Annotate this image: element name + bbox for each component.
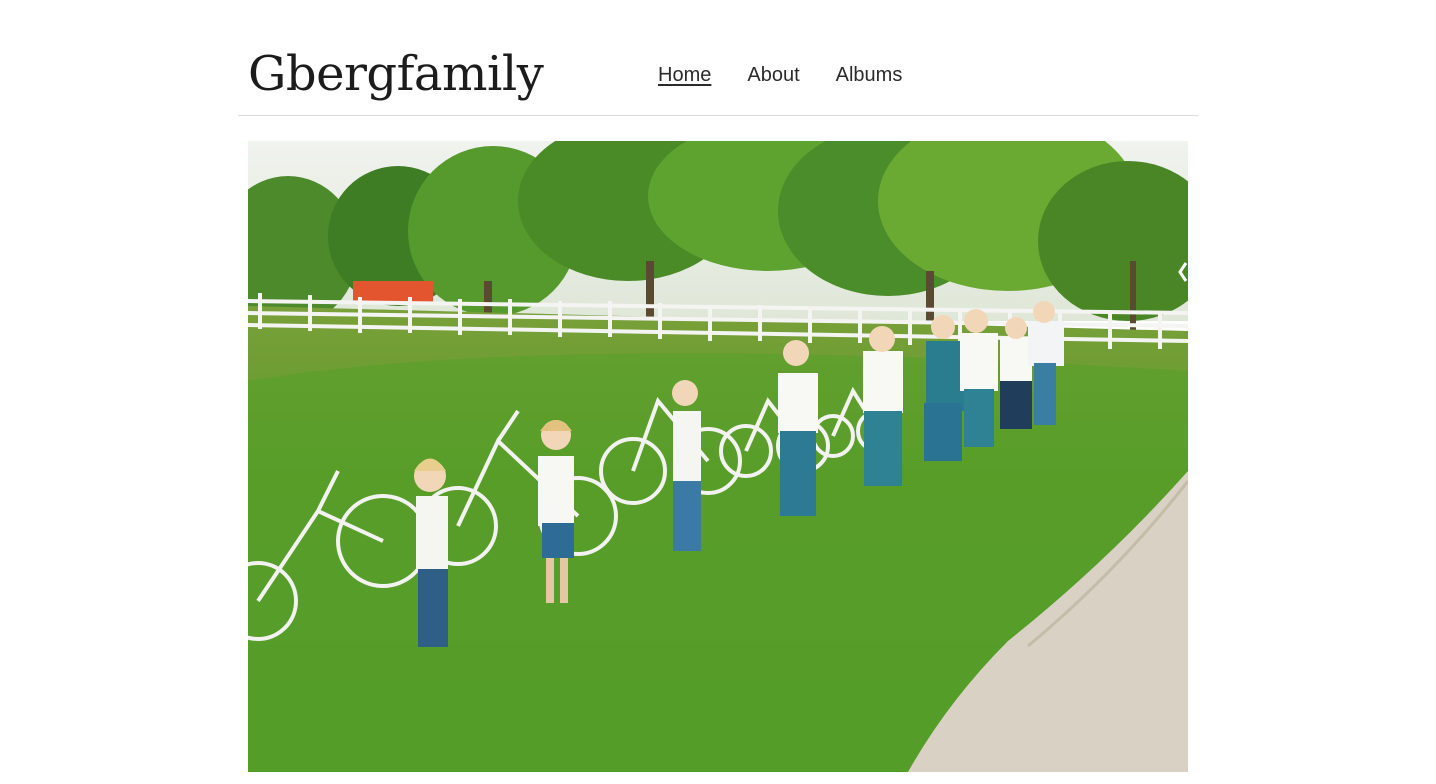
main-nav: Home About Albums: [658, 62, 902, 88]
page: Gbergfamily Home About Albums: [0, 0, 1436, 784]
hero-photo-illustration: [248, 141, 1188, 772]
nav-item-albums[interactable]: Albums: [836, 62, 903, 88]
site-header: Gbergfamily Home About Albums: [238, 0, 1198, 116]
nav-item-home[interactable]: Home: [658, 62, 711, 88]
barn: [353, 281, 433, 303]
chevron-left-icon[interactable]: [1178, 261, 1188, 283]
site-title-link[interactable]: Gbergfamily: [248, 44, 544, 104]
hero-photo: [248, 141, 1188, 772]
nav-item-about[interactable]: About: [747, 62, 799, 88]
